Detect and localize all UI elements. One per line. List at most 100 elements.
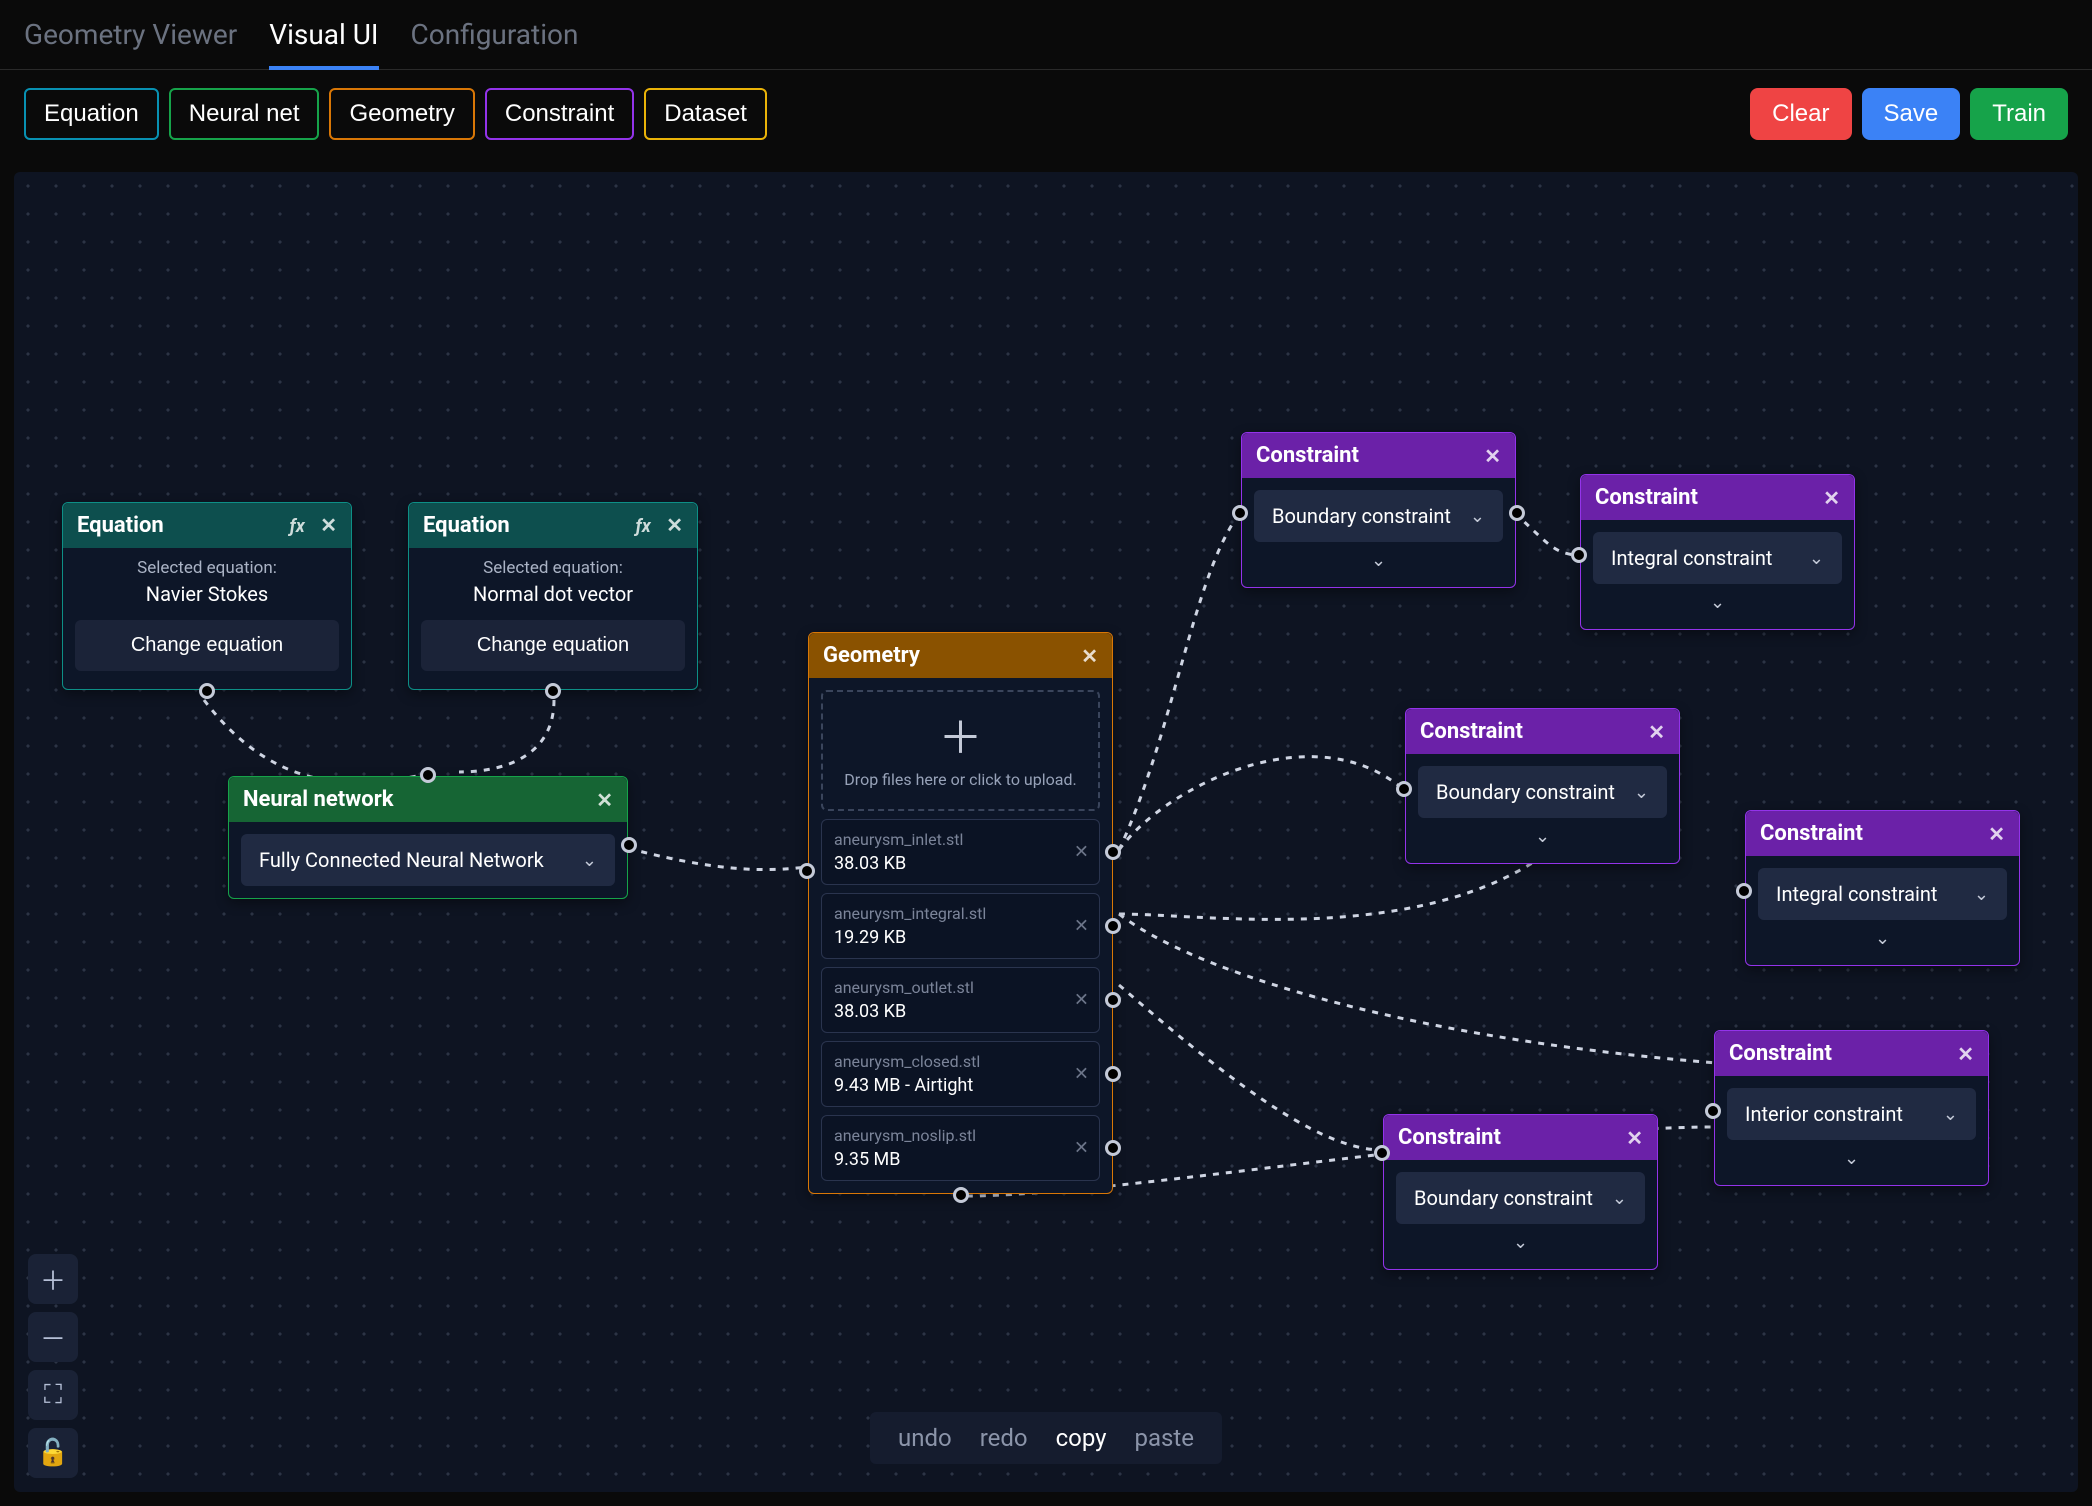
port-input[interactable] <box>1736 883 1752 899</box>
node-constraint-6[interactable]: Constraint ✕ Interior constraint ⌄ ⌄ <box>1714 1030 1989 1186</box>
port-input[interactable] <box>1374 1145 1390 1161</box>
chip-dataset[interactable]: Dataset <box>644 88 767 140</box>
port-output[interactable] <box>953 1187 969 1203</box>
node-title: Constraint <box>1398 1125 1501 1150</box>
port-output[interactable] <box>1105 844 1121 860</box>
chip-constraint[interactable]: Constraint <box>485 88 634 140</box>
port-output[interactable] <box>1105 992 1121 1008</box>
node-equation-1[interactable]: Equation ƒx ✕ Selected equation: Navier … <box>62 502 352 690</box>
tab-visual-ui[interactable]: Visual UI <box>269 18 378 69</box>
port-output[interactable] <box>1105 1066 1121 1082</box>
node-neural-network[interactable]: Neural network ✕ Fully Connected Neural … <box>228 776 628 899</box>
node-title: Equation <box>423 513 510 538</box>
close-icon[interactable]: ✕ <box>320 513 337 537</box>
close-icon[interactable]: ✕ <box>1074 842 1089 863</box>
node-constraint-3[interactable]: Constraint ✕ Boundary constraint ⌄ ⌄ <box>1405 708 1680 864</box>
tab-geometry-viewer[interactable]: Geometry Viewer <box>24 18 237 69</box>
undo-button[interactable]: undo <box>898 1424 952 1452</box>
port-output[interactable] <box>1105 1140 1121 1156</box>
zoom-in-button[interactable]: ＋ <box>28 1254 78 1304</box>
close-icon[interactable]: ✕ <box>666 513 683 537</box>
constraint-select[interactable]: Boundary constraint ⌄ <box>1396 1172 1645 1224</box>
selected-value: Normal dot vector <box>421 582 685 606</box>
file-item[interactable]: aneurysm_closed.stl 9.43 MB - Airtight ✕ <box>821 1041 1100 1107</box>
node-title: Constraint <box>1420 719 1523 744</box>
change-equation-button[interactable]: Change equation <box>75 620 339 671</box>
expand-icon[interactable]: ⌄ <box>1396 1224 1645 1257</box>
port-output[interactable] <box>621 837 637 853</box>
close-icon[interactable]: ✕ <box>1074 1064 1089 1085</box>
close-icon[interactable]: ✕ <box>1081 644 1098 668</box>
file-item[interactable]: aneurysm_inlet.stl 38.03 KB ✕ <box>821 819 1100 885</box>
chevron-down-icon: ⌄ <box>1634 782 1649 803</box>
node-constraint-1[interactable]: Constraint ✕ Boundary constraint ⌄ ⌄ <box>1241 432 1516 588</box>
close-icon[interactable]: ✕ <box>1074 916 1089 937</box>
change-equation-button[interactable]: Change equation <box>421 620 685 671</box>
expand-icon[interactable]: ⌄ <box>1593 584 1842 617</box>
port-output[interactable] <box>1105 918 1121 934</box>
constraint-select[interactable]: Integral constraint ⌄ <box>1758 868 2007 920</box>
port-input[interactable] <box>1232 505 1248 521</box>
expand-icon[interactable]: ⌄ <box>1254 542 1503 575</box>
node-title: Constraint <box>1760 821 1863 846</box>
redo-button[interactable]: redo <box>980 1424 1028 1452</box>
file-item[interactable]: aneurysm_outlet.stl 38.03 KB ✕ <box>821 967 1100 1033</box>
constraint-select[interactable]: Boundary constraint ⌄ <box>1254 490 1503 542</box>
expand-icon[interactable]: ⌄ <box>1727 1140 1976 1173</box>
port-input[interactable] <box>1705 1103 1721 1119</box>
neural-select[interactable]: Fully Connected Neural Network ⌄ <box>241 834 615 886</box>
select-value: Integral constraint <box>1776 882 1937 906</box>
dropzone[interactable]: ＋ Drop files here or click to upload. <box>821 690 1100 811</box>
constraint-select[interactable]: Boundary constraint ⌄ <box>1418 766 1667 818</box>
zoom-out-button[interactable]: － <box>28 1312 78 1362</box>
port-input[interactable] <box>420 767 436 783</box>
tab-configuration[interactable]: Configuration <box>411 18 579 69</box>
close-icon[interactable]: ✕ <box>1626 1126 1643 1150</box>
constraint-select[interactable]: Interior constraint ⌄ <box>1727 1088 1976 1140</box>
close-icon[interactable]: ✕ <box>1484 444 1501 468</box>
train-button[interactable]: Train <box>1970 88 2068 140</box>
fx-icon[interactable]: ƒx <box>290 516 305 537</box>
file-item[interactable]: aneurysm_noslip.stl 9.35 MB ✕ <box>821 1115 1100 1181</box>
port-input[interactable] <box>1571 547 1587 563</box>
file-size: 38.03 KB <box>834 1001 1065 1022</box>
close-icon[interactable]: ✕ <box>1074 1138 1089 1159</box>
port-output[interactable] <box>199 683 215 699</box>
close-icon[interactable]: ✕ <box>596 788 613 812</box>
port-output[interactable] <box>1509 505 1525 521</box>
port-input[interactable] <box>799 863 815 879</box>
expand-icon[interactable]: ⌄ <box>1758 920 2007 953</box>
chip-geometry[interactable]: Geometry <box>329 88 474 140</box>
constraint-select[interactable]: Integral constraint ⌄ <box>1593 532 1842 584</box>
node-constraint-4[interactable]: Constraint ✕ Integral constraint ⌄ ⌄ <box>1745 810 2020 966</box>
zoom-controls: ＋ － ⛶ 🔓 <box>28 1254 78 1478</box>
close-icon[interactable]: ✕ <box>1957 1042 1974 1066</box>
close-icon[interactable]: ✕ <box>1823 486 1840 510</box>
port-input[interactable] <box>1396 781 1412 797</box>
node-equation-2[interactable]: Equation ƒx ✕ Selected equation: Normal … <box>408 502 698 690</box>
clear-button[interactable]: Clear <box>1750 88 1851 140</box>
close-icon[interactable]: ✕ <box>1648 720 1665 744</box>
port-output[interactable] <box>545 683 561 699</box>
node-title: Neural network <box>243 787 394 812</box>
node-constraint-2[interactable]: Constraint ✕ Integral constraint ⌄ ⌄ <box>1580 474 1855 630</box>
fit-view-button[interactable]: ⛶ <box>28 1370 78 1420</box>
fx-icon[interactable]: ƒx <box>636 516 651 537</box>
save-button[interactable]: Save <box>1862 88 1961 140</box>
close-icon[interactable]: ✕ <box>1074 990 1089 1011</box>
chip-equation[interactable]: Equation <box>24 88 159 140</box>
copy-button[interactable]: copy <box>1056 1424 1107 1452</box>
select-value: Boundary constraint <box>1414 1186 1593 1210</box>
lock-button[interactable]: 🔓 <box>28 1428 78 1478</box>
close-icon[interactable]: ✕ <box>1988 822 2005 846</box>
file-item[interactable]: aneurysm_integral.stl 19.29 KB ✕ <box>821 893 1100 959</box>
select-value: Boundary constraint <box>1272 504 1451 528</box>
node-title: Equation <box>77 513 164 538</box>
paste-button[interactable]: paste <box>1135 1424 1195 1452</box>
expand-icon[interactable]: ⌄ <box>1418 818 1667 851</box>
node-constraint-5[interactable]: Constraint ✕ Boundary constraint ⌄ ⌄ <box>1383 1114 1658 1270</box>
graph-canvas[interactable]: Equation ƒx ✕ Selected equation: Navier … <box>14 172 2078 1492</box>
chevron-down-icon: ⌄ <box>1943 1104 1958 1125</box>
node-geometry[interactable]: Geometry ✕ ＋ Drop files here or click to… <box>808 632 1113 1194</box>
chip-neural-net[interactable]: Neural net <box>169 88 320 140</box>
